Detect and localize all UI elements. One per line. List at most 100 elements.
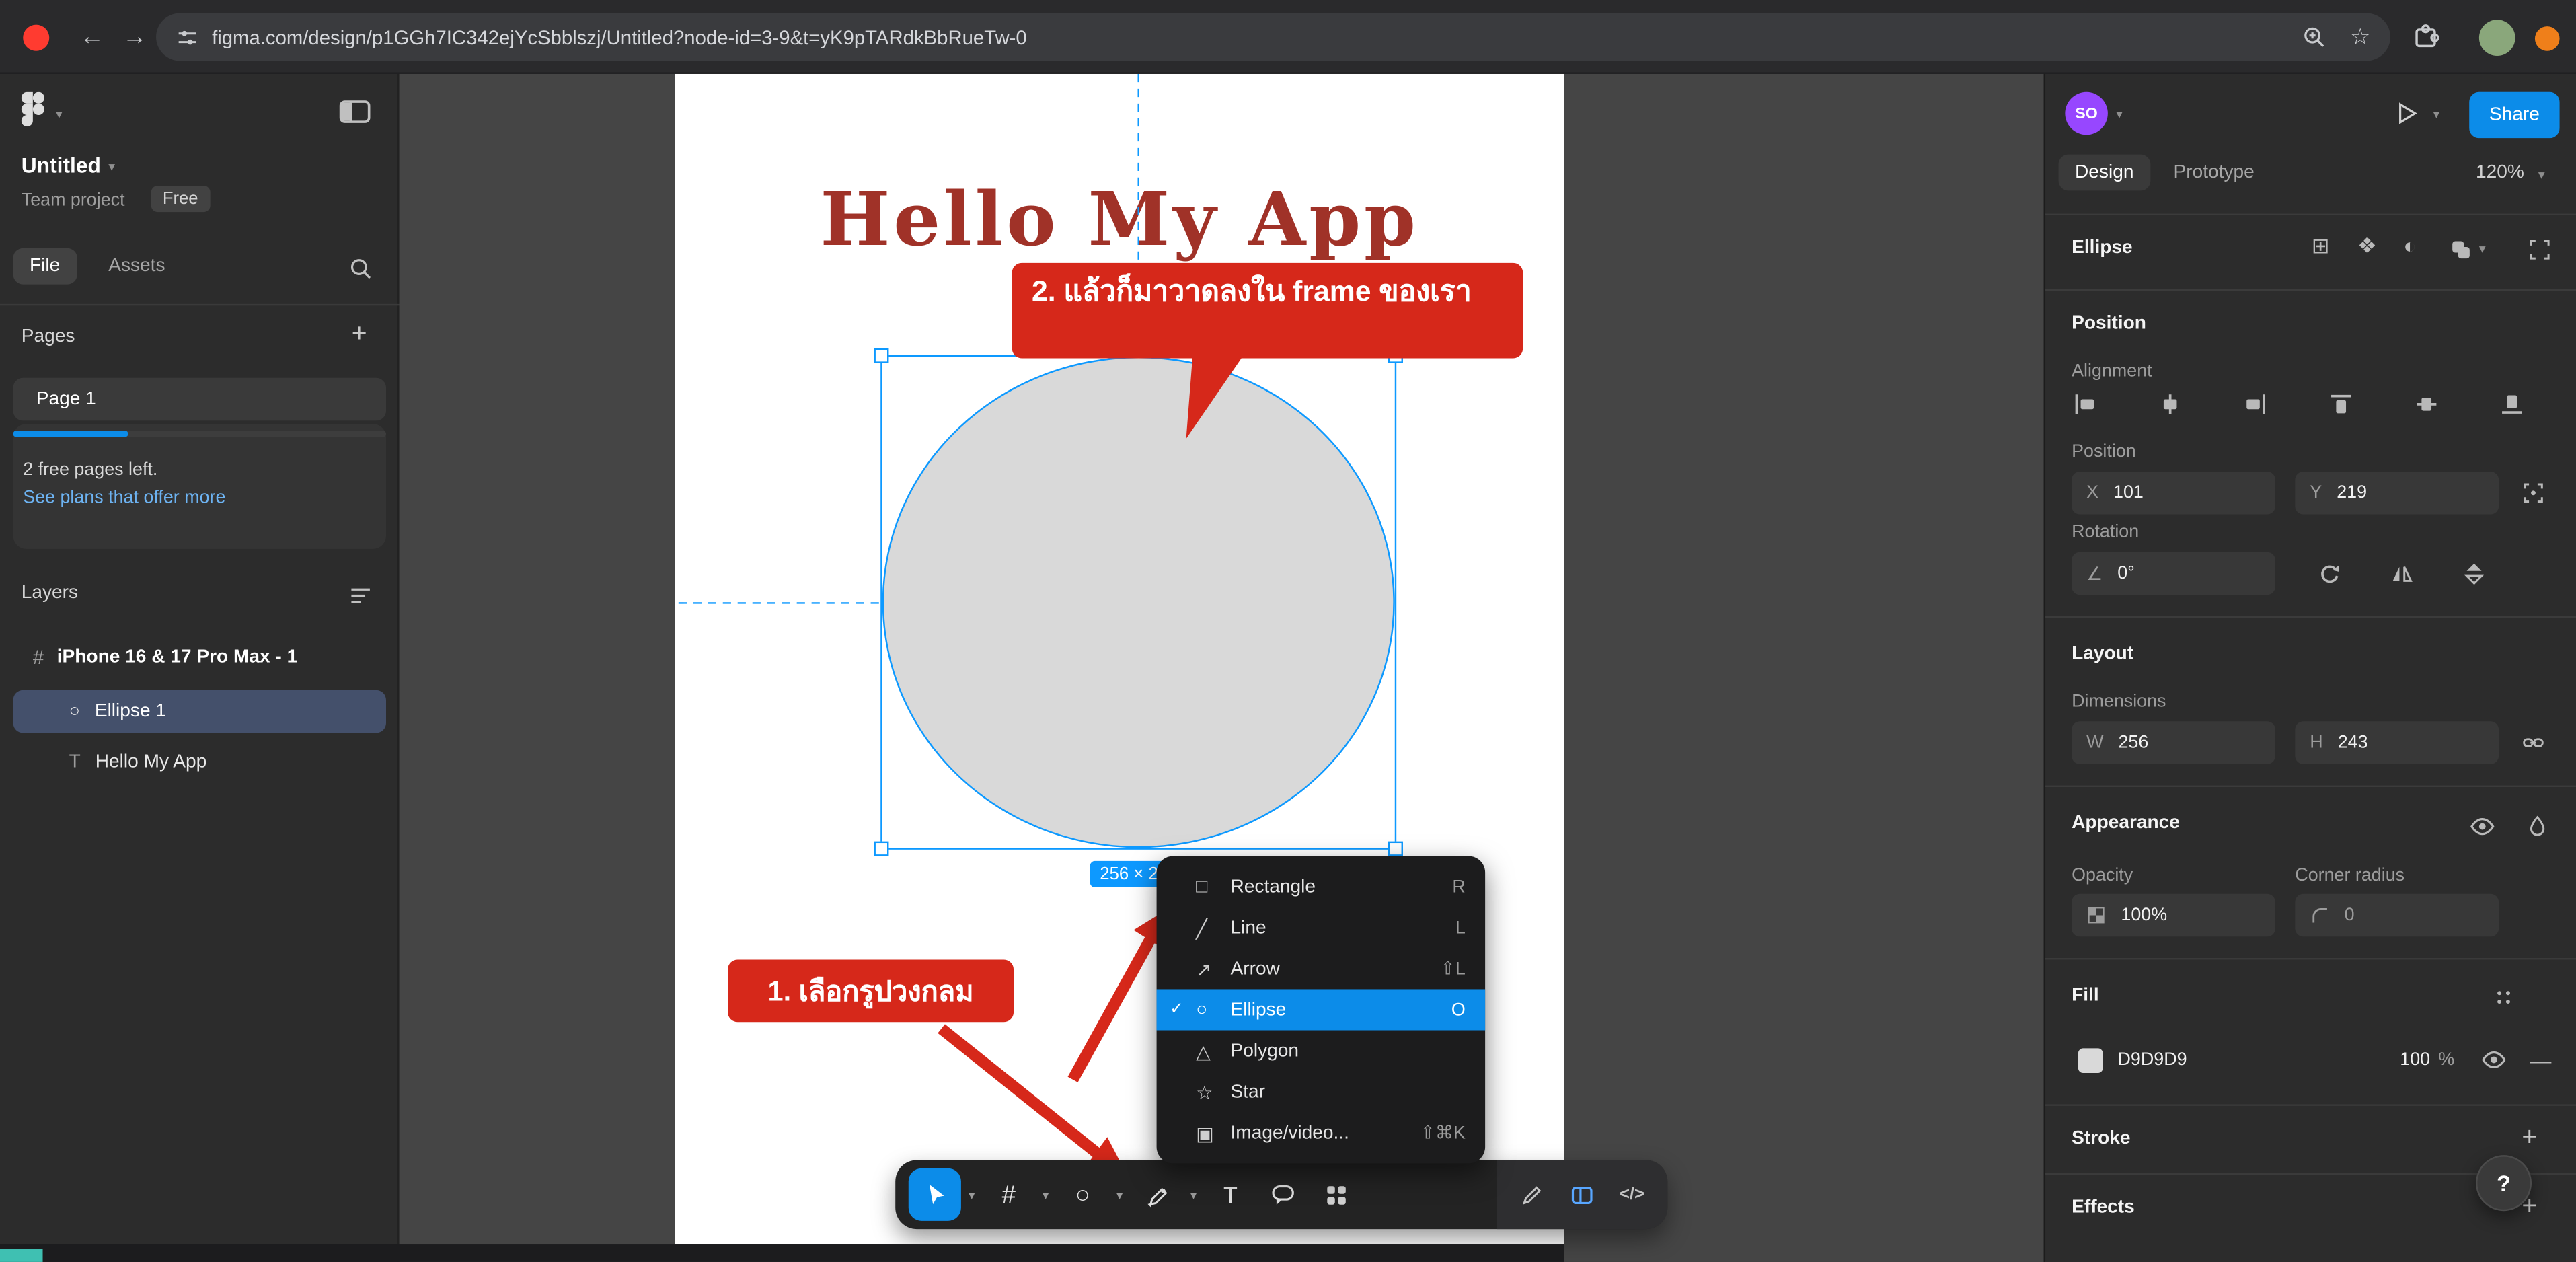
layer-item-text[interactable]: T Hello My App [0, 743, 400, 782]
zoom-icon[interactable] [2302, 25, 2327, 50]
layer-item-frame[interactable]: # iPhone 16 & 17 Pro Max - 1 [0, 638, 400, 677]
width-field[interactable]: W 256 [2072, 721, 2275, 764]
ellipse-icon: ○ [69, 702, 80, 721]
tab-file[interactable]: File [13, 248, 77, 285]
component-icon[interactable]: ❖ [2357, 233, 2376, 260]
move-tool-button[interactable] [909, 1168, 961, 1221]
shape-tool-button[interactable]: ○ [1057, 1168, 1109, 1221]
search-icon[interactable] [348, 256, 373, 281]
browser-profile-avatar[interactable] [2479, 20, 2515, 56]
menu-item-star[interactable]: ☆ Star [1157, 1072, 1486, 1113]
forward-icon[interactable]: → [112, 23, 157, 51]
menu-item-image-video[interactable]: ▣ Image/video... ⇧⌘K [1157, 1113, 1486, 1154]
pen-tool-button[interactable] [1131, 1168, 1183, 1221]
file-name-chevron-icon[interactable]: ▾ [108, 159, 115, 174]
annotate-icon[interactable] [1519, 1182, 1544, 1207]
present-button[interactable] [2394, 100, 2420, 126]
opacity-field[interactable]: 100% [2072, 894, 2275, 937]
tab-design[interactable]: Design [2059, 155, 2150, 191]
height-field[interactable]: H 243 [2295, 721, 2499, 764]
flip-horizontal-icon[interactable] [2389, 560, 2415, 587]
styles-icon[interactable] [2492, 986, 2515, 1009]
site-settings-icon[interactable] [176, 26, 198, 48]
selection-handle-sw[interactable] [874, 842, 888, 856]
zoom-level[interactable]: 120% [2476, 163, 2524, 182]
frame-selection-icon[interactable] [2528, 238, 2551, 261]
rotation-field[interactable]: ∠ 0° [2072, 552, 2275, 595]
align-left-icon[interactable] [2072, 391, 2098, 417]
rotate-90-icon[interactable] [2316, 560, 2343, 587]
menu-item-polygon[interactable]: △ Polygon [1157, 1031, 1486, 1072]
bookmark-star-icon[interactable]: ☆ [2350, 23, 2371, 51]
menu-item-line[interactable]: ╱ Line L [1157, 907, 1486, 948]
tab-assets[interactable]: Assets [92, 248, 182, 285]
comment-tool-button[interactable] [1257, 1168, 1310, 1221]
align-v-center-icon[interactable] [2413, 391, 2439, 417]
boolean-union-icon[interactable] [2450, 238, 2472, 261]
selection-handle-nw[interactable] [874, 348, 888, 363]
pen-tool-chevron-icon[interactable]: ▾ [1183, 1187, 1205, 1202]
fill-hex-value[interactable]: D9D9D9 [2118, 1050, 2187, 1070]
absolute-position-icon[interactable] [2522, 482, 2544, 505]
selection-handle-se[interactable] [1388, 842, 1403, 856]
tab-prototype[interactable]: Prototype [2157, 155, 2271, 191]
sidebar-toggle-icon[interactable] [338, 99, 371, 125]
water-drop-icon[interactable] [2525, 813, 2550, 838]
zoom-chevron-icon[interactable]: ▾ [2538, 168, 2545, 182]
menu-item-arrow[interactable]: ↗ Arrow ⇧L [1157, 948, 1486, 989]
file-name[interactable]: Untitled [22, 153, 101, 178]
flip-vertical-icon[interactable] [2461, 560, 2487, 587]
page-item[interactable]: Page 1 [13, 378, 386, 421]
browser-menu-icon[interactable] [2535, 26, 2560, 51]
eye-icon[interactable] [2469, 813, 2495, 840]
constrain-proportions-icon[interactable] [2522, 731, 2544, 754]
dev-mode-toggle-icon[interactable] [1568, 1182, 1595, 1207]
present-chevron-icon[interactable]: ▾ [2433, 107, 2439, 122]
align-right-icon[interactable] [2242, 391, 2269, 417]
frame-title-text[interactable]: Hello My App [675, 176, 1564, 262]
avatar-chevron-icon[interactable]: ▾ [2116, 107, 2123, 122]
shape-tool-chevron-icon[interactable]: ▾ [1109, 1187, 1131, 1202]
ellipse-shape[interactable] [882, 357, 1395, 848]
menu-item-rectangle[interactable]: □ Rectangle R [1157, 866, 1486, 907]
fill-visibility-eye-icon[interactable] [2480, 1047, 2507, 1073]
remove-fill-icon[interactable]: — [2530, 1047, 2552, 1072]
actions-button[interactable] [1310, 1168, 1362, 1221]
fill-color-swatch[interactable] [2078, 1047, 2103, 1072]
fill-opacity-value[interactable]: 100 [2400, 1050, 2430, 1070]
frame-tool-button[interactable]: # [983, 1168, 1035, 1221]
selection-bounding-box[interactable]: 256 × 243 [880, 355, 1396, 850]
help-button[interactable]: ? [2476, 1155, 2532, 1211]
canvas[interactable]: Hello My App 256 × 243 2. แล้วก็มาวาดลงใ… [400, 74, 2044, 1262]
boolean-chevron-icon[interactable]: ▾ [2479, 242, 2486, 256]
menu-item-ellipse[interactable]: ✓ ○ Ellipse O [1157, 989, 1486, 1030]
fill-header: Fill [2072, 986, 2099, 1006]
add-page-icon[interactable]: + [352, 320, 367, 350]
arrow-icon: ↗ [1196, 957, 1230, 980]
y-position-field[interactable]: Y 219 [2295, 472, 2499, 515]
main-menu-chevron-icon[interactable]: ▾ [56, 107, 63, 122]
extensions-icon[interactable] [2412, 22, 2441, 51]
dev-tools-group: </> [1497, 1160, 1667, 1229]
address-bar[interactable]: figma.com/design/p1GGh7IC342ejYcSbblszj/… [156, 13, 2390, 61]
layers-filter-icon[interactable] [348, 583, 373, 608]
user-avatar[interactable]: SO [2065, 92, 2108, 135]
align-bottom-icon[interactable] [2499, 391, 2525, 417]
frame-tool-chevron-icon[interactable]: ▾ [1035, 1187, 1057, 1202]
text-tool-button[interactable]: T [1204, 1168, 1256, 1221]
move-tool-chevron-icon[interactable]: ▾ [961, 1187, 983, 1202]
share-button[interactable]: Share [2469, 92, 2559, 138]
mask-icon[interactable]: ◐ [2404, 233, 2417, 258]
align-h-center-icon[interactable] [2157, 391, 2183, 417]
add-stroke-icon[interactable]: + [2522, 1127, 2537, 1150]
corner-radius-field[interactable]: 0 [2295, 894, 2499, 937]
back-icon[interactable]: ← [69, 23, 115, 51]
align-top-icon[interactable] [2328, 391, 2354, 417]
layout-grid-icon[interactable]: ⊞ [2312, 233, 2330, 260]
fill-row[interactable]: D9D9D9 100 % — [2072, 1039, 2551, 1082]
figma-logo-icon[interactable] [22, 92, 44, 126]
x-position-field[interactable]: X 101 [2072, 472, 2275, 515]
see-plans-link[interactable]: See plans that offer more [23, 488, 225, 507]
code-icon[interactable]: </> [1620, 1185, 1644, 1204]
layer-item-ellipse-selected[interactable]: ○ Ellipse 1 [13, 690, 386, 733]
